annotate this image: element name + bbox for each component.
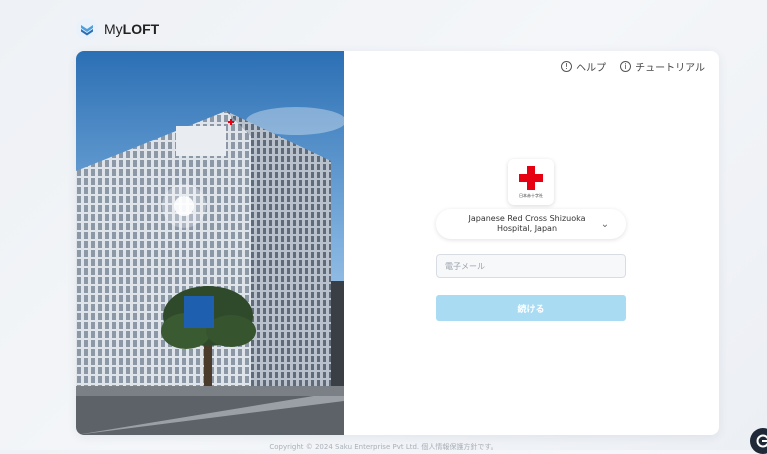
- footer-text: Copyright © 2024 Saku Enterprise Pvt Ltd…: [0, 442, 767, 452]
- hospital-photo: [76, 51, 344, 435]
- email-input[interactable]: [436, 254, 626, 278]
- login-card: ! ヘルプ i チュートリアル 日本赤十字社 Japanese Red Cros…: [76, 51, 719, 435]
- organization-selector[interactable]: Japanese Red Cross Shizuoka Hospital, Ja…: [436, 209, 626, 239]
- chevron-down-icon: ⌄: [598, 219, 612, 230]
- organization-logo-caption: 日本赤十字社: [519, 193, 543, 199]
- continue-button[interactable]: 続ける: [436, 295, 626, 321]
- app-header: MyLOFT: [76, 18, 159, 40]
- help-icon: !: [561, 61, 572, 72]
- tutorial-label: チュートリアル: [635, 59, 705, 74]
- login-panel: ! ヘルプ i チュートリアル 日本赤十字社 Japanese Red Cros…: [344, 51, 719, 435]
- organization-logo: 日本赤十字社: [508, 159, 554, 205]
- info-icon: i: [620, 61, 631, 72]
- help-label: ヘルプ: [576, 59, 606, 74]
- header-links: ! ヘルプ i チュートリアル: [561, 59, 705, 74]
- tutorial-link[interactable]: i チュートリアル: [620, 59, 705, 74]
- chat-icon: [756, 434, 767, 448]
- red-cross-icon: [518, 165, 544, 191]
- brand-name: MyLOFT: [104, 21, 159, 37]
- help-link[interactable]: ! ヘルプ: [561, 59, 606, 74]
- myloft-logo-icon: [76, 18, 98, 40]
- organization-name: Japanese Red Cross Shizuoka Hospital, Ja…: [436, 214, 598, 234]
